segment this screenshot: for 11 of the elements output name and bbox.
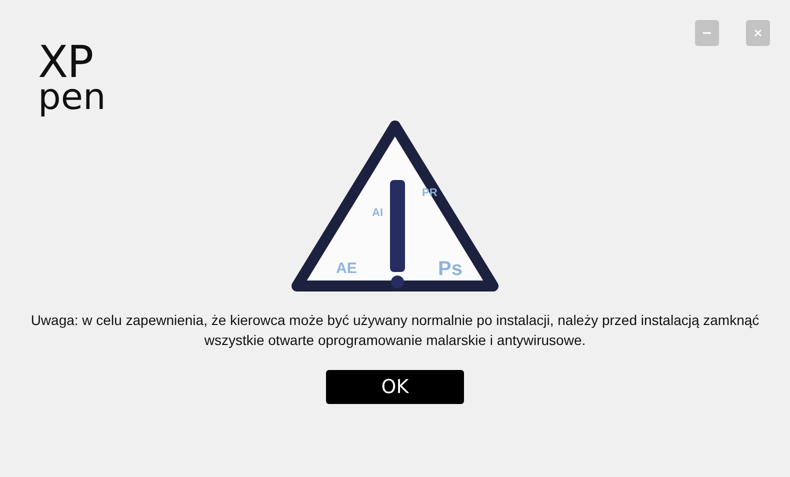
app-label: PR (422, 187, 438, 199)
ok-button[interactable]: OK (326, 370, 464, 404)
warning-message: Uwaga: w celu zapewnienia, że kierowca może być używany normalnie po instalacji, należy przed instalacją zamknąć wszystkie otwarte oprogramowanie malarskie i antywirusowe. (30, 311, 760, 350)
close-button[interactable] (746, 20, 770, 46)
app-label: AI (372, 207, 383, 219)
warning-triangle-icon (292, 120, 498, 292)
app-label: Ps (438, 258, 462, 280)
close-icon (753, 28, 763, 38)
exclamation-icon (390, 180, 405, 288)
minimize-button[interactable] (695, 20, 719, 46)
app-label: AE (336, 260, 357, 277)
